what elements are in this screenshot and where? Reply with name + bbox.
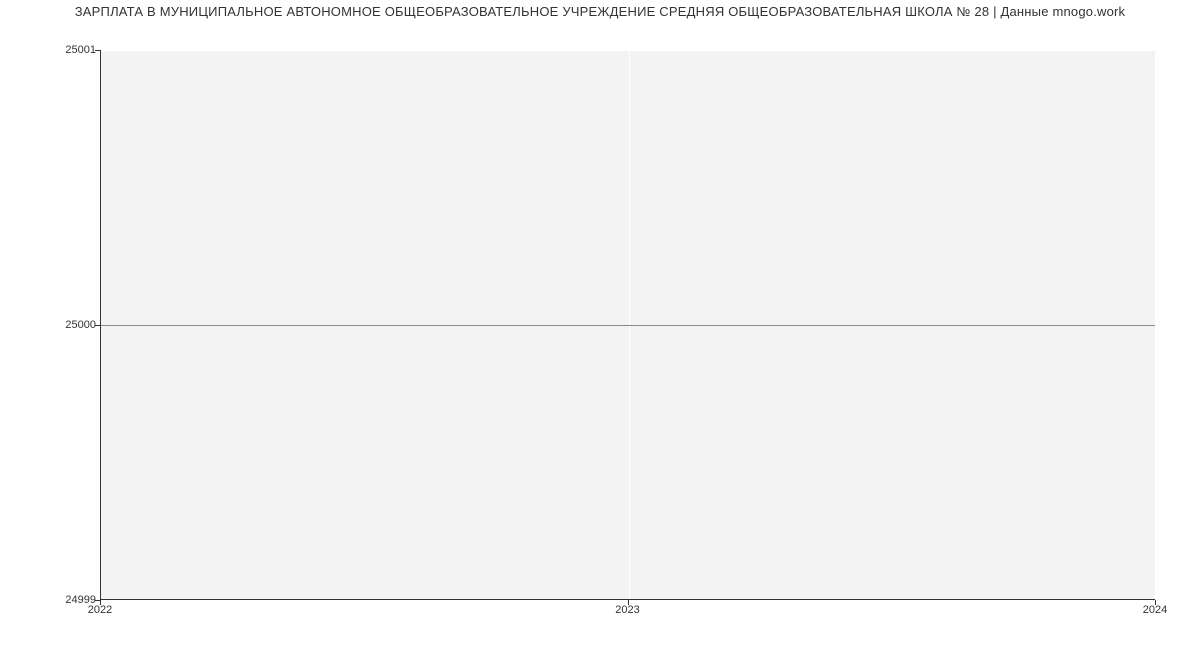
- x-tick-label: 2024: [1125, 604, 1185, 616]
- chart-title: ЗАРПЛАТА В МУНИЦИПАЛЬНОЕ АВТОНОМНОЕ ОБЩЕ…: [0, 4, 1200, 19]
- plot-area: [100, 50, 1155, 600]
- chart-container: ЗАРПЛАТА В МУНИЦИПАЛЬНОЕ АВТОНОМНОЕ ОБЩЕ…: [0, 0, 1200, 650]
- y-tick-label: 25001: [6, 44, 96, 56]
- gridline-horizontal: [101, 50, 1155, 51]
- x-tick-mark: [1155, 600, 1156, 605]
- x-tick-label: 2022: [70, 604, 130, 616]
- x-tick-label: 2023: [598, 604, 658, 616]
- x-tick-mark: [100, 600, 101, 605]
- y-tick-label: 25000: [6, 319, 96, 331]
- x-tick-mark: [628, 600, 629, 605]
- series-line-salary: [101, 325, 1155, 326]
